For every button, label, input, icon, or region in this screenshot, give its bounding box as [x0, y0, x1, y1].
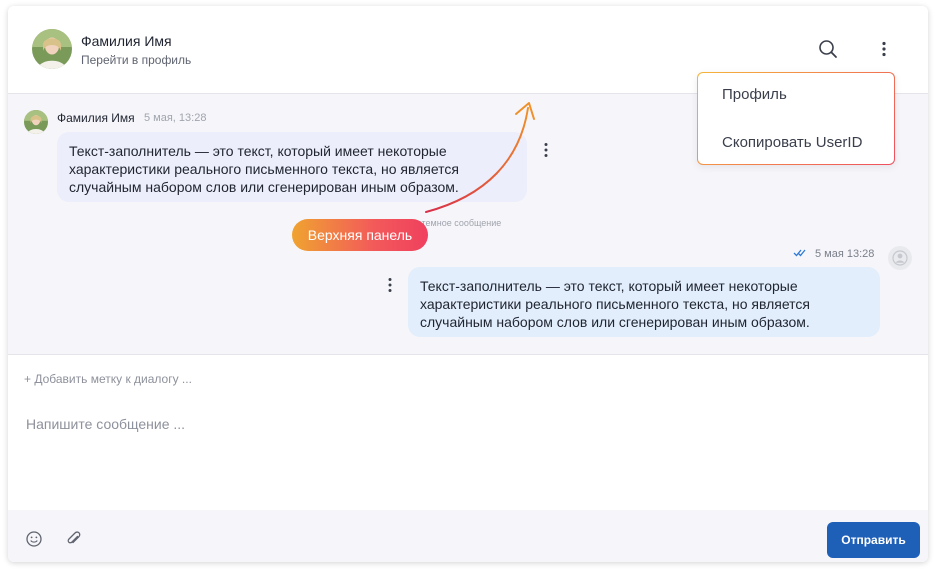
annotation-pill: Верхняя панель [292, 219, 428, 251]
menu-item-profile[interactable]: Профиль [722, 86, 787, 103]
header-dropdown-menu: Профиль Скопировать UserID [697, 72, 895, 165]
contact-avatar[interactable] [32, 29, 72, 69]
composer [8, 402, 928, 510]
message-menu-icon[interactable] [540, 141, 552, 159]
composer-footer: Отправить [8, 510, 928, 562]
emoji-icon[interactable] [25, 530, 43, 548]
incoming-message-bubble[interactable]: Текст-заполнитель — это текст, который и… [57, 132, 527, 202]
search-icon[interactable] [817, 38, 839, 60]
chat-window: Фамилия Имя Перейти в профиль Фамилия Им… [8, 6, 928, 562]
add-dialog-label-link[interactable]: + Добавить метку к диалогу ... [24, 372, 192, 386]
attach-icon[interactable] [65, 530, 83, 548]
user-avatar-placeholder [888, 246, 912, 270]
outgoing-timestamp: 5 мая 13:28 [815, 248, 875, 260]
message-timestamp: 5 мая, 13:28 [144, 112, 207, 124]
go-to-profile-link[interactable]: Перейти в профиль [81, 53, 191, 67]
message-menu-icon[interactable] [384, 276, 396, 294]
dialog-label-row: + Добавить метку к диалогу ... [8, 354, 928, 403]
sender-name: Фамилия Имя [57, 111, 135, 125]
contact-name: Фамилия Имя [81, 33, 172, 49]
double-check-icon [793, 248, 807, 261]
sender-avatar [24, 110, 48, 134]
message-input[interactable] [24, 414, 908, 498]
menu-item-copy-userid[interactable]: Скопировать UserID [722, 134, 862, 151]
send-button[interactable]: Отправить [827, 522, 920, 558]
outgoing-message-bubble[interactable]: Текст-заполнитель — это текст, который и… [408, 267, 880, 337]
more-vertical-icon[interactable] [873, 38, 895, 60]
